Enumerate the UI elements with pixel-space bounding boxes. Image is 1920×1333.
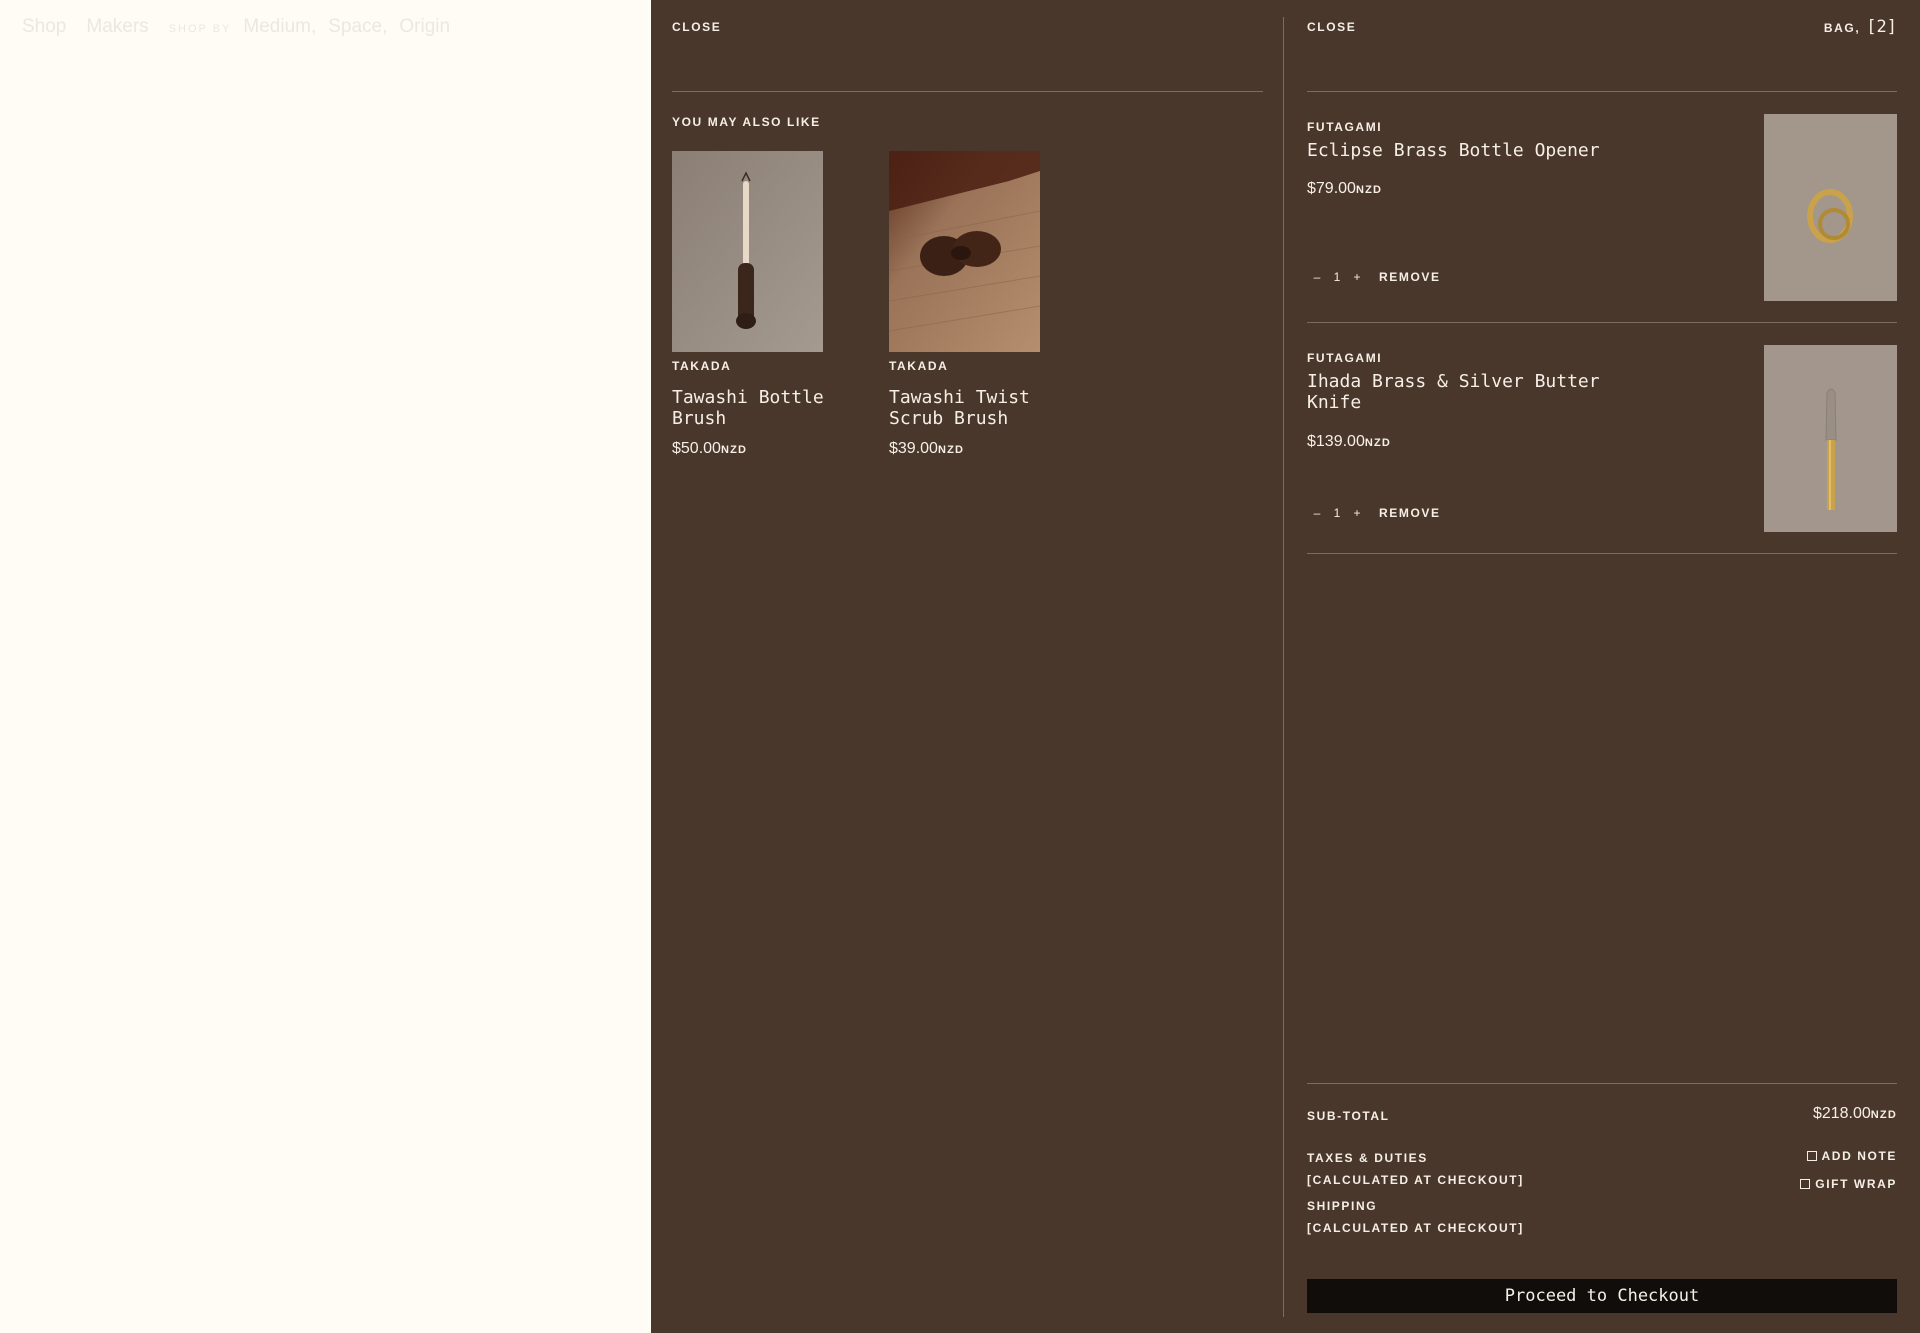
price-amount: $139.00	[1307, 433, 1365, 450]
product-name[interactable]: Tawashi Bottle Brush	[672, 387, 872, 429]
nav-makers-link[interactable]: Makers	[86, 16, 148, 38]
cart-item: FUTAGAMI Ihada Brass & Silver Butter Kni…	[1307, 345, 1897, 541]
product-price: $39.00NZD	[889, 440, 1089, 458]
add-note-label: ADD NOTE	[1821, 1149, 1897, 1163]
bag-label: BAG,	[1823, 21, 1861, 35]
proceed-to-checkout-button[interactable]: Proceed to Checkout	[1307, 1279, 1897, 1313]
nav-space-link[interactable]: Space,	[328, 16, 387, 38]
product-maker: TAKADA	[889, 359, 949, 373]
bag-panel: CLOSE BAG, [2] FUTAGAMI Eclipse Brass Bo…	[1307, 0, 1897, 1333]
increase-quantity-button[interactable]: +	[1347, 506, 1367, 520]
divider	[1307, 322, 1897, 323]
divider	[672, 91, 1263, 92]
bag-count-value: [2]	[1866, 17, 1897, 37]
divider	[1307, 553, 1897, 554]
gift-wrap-toggle[interactable]: GIFT WRAP	[1800, 1177, 1897, 1191]
nav-origin-link[interactable]: Origin	[399, 16, 450, 38]
price-amount: $39.00	[889, 440, 938, 457]
quantity-value: 1	[1333, 270, 1341, 284]
recommended-product[interactable]: TAKADA Tawashi Bottle Brush $50.00NZD	[672, 151, 872, 458]
price-currency: NZD	[720, 444, 748, 456]
gift-wrap-label: GIFT WRAP	[1815, 1177, 1897, 1191]
quantity-stepper: – 1 + REMOVE	[1307, 506, 1441, 520]
item-image-bottle-opener[interactable]	[1764, 114, 1897, 301]
add-note-checkbox[interactable]	[1806, 1151, 1817, 1161]
item-name[interactable]: Eclipse Brass Bottle Opener	[1307, 140, 1607, 161]
item-name[interactable]: Ihada Brass & Silver Butter Knife	[1307, 371, 1607, 413]
bag-count: BAG, [2]	[1824, 17, 1897, 37]
decrease-quantity-button[interactable]: –	[1307, 270, 1327, 284]
subtotal-value: $218.00NZD	[1813, 1105, 1897, 1123]
item-image-butter-knife[interactable]	[1764, 345, 1897, 532]
nav-medium-link[interactable]: Medium,	[243, 16, 316, 38]
remove-item-button[interactable]: REMOVE	[1379, 506, 1441, 520]
item-price: $139.00NZD	[1307, 433, 1391, 451]
price-currency: NZD	[1364, 437, 1392, 449]
price-currency: NZD	[1355, 184, 1383, 196]
item-price: $79.00NZD	[1307, 180, 1382, 198]
taxes-note: [CALCULATED AT CHECKOUT]	[1307, 1173, 1524, 1187]
bag-close-button[interactable]: CLOSE	[1307, 20, 1356, 34]
item-maker: FUTAGAMI	[1307, 351, 1383, 365]
quantity-stepper: – 1 + REMOVE	[1307, 270, 1441, 284]
product-image-bottle-brush[interactable]	[672, 151, 823, 352]
background-nav: Shop Makers SHOP BY Medium, Space, Origi…	[22, 16, 450, 38]
taxes-label: TAXES & DUTIES	[1307, 1151, 1428, 1165]
shipping-note: [CALCULATED AT CHECKOUT]	[1307, 1221, 1524, 1235]
price-amount: $79.00	[1307, 180, 1356, 197]
product-maker: TAKADA	[672, 359, 732, 373]
increase-quantity-button[interactable]: +	[1347, 270, 1367, 284]
product-image-twist-scrub-brush[interactable]	[889, 151, 1040, 352]
gift-wrap-checkbox[interactable]	[1800, 1179, 1811, 1189]
panel-divider	[1283, 17, 1284, 1317]
cart-drawer: CLOSE YOU MAY ALSO LIKE TAKADA Tawashi B…	[651, 0, 1920, 1333]
product-name[interactable]: Tawashi Twist Scrub Brush	[889, 387, 1089, 429]
decrease-quantity-button[interactable]: –	[1307, 506, 1327, 520]
remove-item-button[interactable]: REMOVE	[1379, 270, 1441, 284]
cart-item: FUTAGAMI Eclipse Brass Bottle Opener $79…	[1307, 114, 1897, 301]
subtotal-currency: NZD	[1870, 1109, 1897, 1121]
product-price: $50.00NZD	[672, 440, 872, 458]
nav-shop-by: SHOP BY Medium, Space, Origin	[169, 16, 450, 38]
add-note-toggle[interactable]: ADD NOTE	[1806, 1149, 1897, 1163]
recommended-product[interactable]: TAKADA Tawashi Twist Scrub Brush $39.00N…	[889, 151, 1089, 458]
recommendations-close-button[interactable]: CLOSE	[672, 20, 721, 34]
shipping-label: SHIPPING	[1307, 1199, 1378, 1213]
price-amount: $50.00	[672, 440, 721, 457]
divider	[1307, 91, 1897, 92]
divider	[1307, 1083, 1897, 1084]
nav-shop-link[interactable]: Shop	[22, 16, 66, 38]
quantity-value: 1	[1333, 506, 1341, 520]
item-maker: FUTAGAMI	[1307, 120, 1383, 134]
nav-shop-by-label: SHOP BY	[168, 23, 232, 35]
price-currency: NZD	[937, 444, 965, 456]
recommendations-title: YOU MAY ALSO LIKE	[672, 115, 821, 129]
subtotal-label: SUB-TOTAL	[1307, 1109, 1390, 1123]
subtotal-amount: $218.00	[1812, 1105, 1871, 1122]
